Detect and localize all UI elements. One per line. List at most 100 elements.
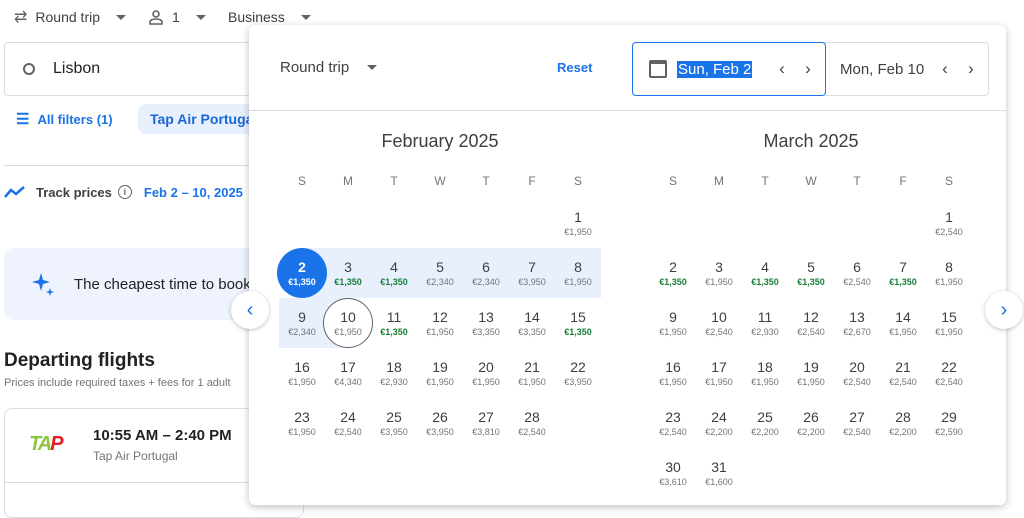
day-price: €3,810 [472,426,500,437]
previous-day-icon[interactable]: ‹ [769,59,795,79]
day-cell[interactable]: 6 €2,540 [834,248,880,298]
day-cell[interactable]: 1 €1,950 [555,198,601,248]
day-price: €1,950 [705,276,733,287]
day-cell[interactable]: 6 €2,340 [463,248,509,298]
weekday-header: S M T W T F S [279,174,601,188]
popup-trip-type-label: Round trip [280,59,350,76]
day-cell[interactable]: 24 €2,200 [696,398,742,448]
day-cell[interactable]: 7 €1,350 [880,248,926,298]
day-cell[interactable]: 11 €1,350 [371,298,417,348]
day-cell[interactable]: 29 €2,590 [926,398,972,448]
day-cell[interactable]: 26 €2,200 [788,398,834,448]
weekday-label: S [944,174,953,188]
day-cell[interactable]: 21 €2,540 [880,348,926,398]
popup-trip-type-select[interactable]: Round trip [280,59,378,76]
day-cell[interactable]: 25 €2,200 [742,398,788,448]
empty-day-cell [463,198,509,248]
day-cell[interactable]: 12 €1,950 [417,298,463,348]
day-cell[interactable]: 7 €3,950 [509,248,555,298]
day-cell[interactable]: 10 €1,950 [323,298,373,348]
day-cell[interactable]: 13 €3,350 [463,298,509,348]
day-cell[interactable]: 30 €3,610 [650,448,696,498]
day-cell[interactable]: 18 €1,950 [742,348,788,398]
day-cell[interactable]: 8 €1,950 [555,248,601,298]
next-day-icon[interactable]: › [958,59,984,79]
day-cell[interactable]: 1 €2,540 [926,198,972,248]
day-cell[interactable]: 3 €1,350 [325,248,371,298]
day-number: 28 [895,408,911,425]
reset-button[interactable]: Reset [557,60,592,75]
day-cell[interactable]: 28 €2,540 [509,398,555,448]
day-cell[interactable]: 2 €1,350 [650,248,696,298]
all-filters-button[interactable]: ☰ All filters (1) [16,104,113,134]
day-number: 6 [853,258,861,275]
day-cell[interactable]: 17 €4,340 [325,348,371,398]
next-month-button[interactable]: › [985,291,1023,329]
day-cell[interactable]: 10 €2,540 [696,298,742,348]
day-number: 9 [298,308,306,325]
previous-month-button[interactable]: ‹ [231,291,269,329]
day-cell[interactable]: 9 €1,950 [650,298,696,348]
day-cell[interactable]: 19 €1,950 [788,348,834,398]
day-cell[interactable]: 11 €2,930 [742,298,788,348]
weekday-label: T [390,174,398,188]
day-cell[interactable]: 28 €2,200 [880,398,926,448]
day-number: 25 [386,408,402,425]
day-cell[interactable]: 27 €3,810 [463,398,509,448]
day-cell[interactable]: 18 €2,930 [371,348,417,398]
day-cell[interactable]: 22 €3,950 [555,348,601,398]
day-cell[interactable]: 25 €3,950 [371,398,417,448]
empty-day-cell [279,198,325,248]
departure-date-value: Sun, Feb 2 [677,60,753,78]
day-cell[interactable]: 9 €2,340 [279,298,325,348]
passengers-select[interactable]: 1 [148,6,206,28]
day-cell[interactable]: 16 €1,950 [650,348,696,398]
return-date-input[interactable]: Mon, Feb 10 ‹ › [824,42,989,96]
previous-day-icon[interactable]: ‹ [932,59,958,79]
day-cell[interactable]: 12 €2,540 [788,298,834,348]
day-number: 5 [807,258,815,275]
day-cell[interactable]: 13 €2,670 [834,298,880,348]
day-cell[interactable]: 24 €2,540 [325,398,371,448]
day-cell[interactable]: 3 €1,950 [696,248,742,298]
day-number: 2 [298,258,306,275]
departure-date-input[interactable]: Sun, Feb 2 ‹ › [632,42,826,96]
day-price: €2,540 [935,226,963,237]
day-price: €1,950 [659,376,687,387]
day-cell[interactable]: 8 €1,950 [926,248,972,298]
day-cell[interactable]: 20 €1,950 [463,348,509,398]
day-cell[interactable]: 5 €1,350 [788,248,834,298]
day-cell[interactable]: 20 €2,540 [834,348,880,398]
day-price: €1,950 [288,426,316,437]
day-price: €1,950 [334,326,362,337]
next-day-icon[interactable]: › [795,59,821,79]
day-price: €2,540 [334,426,362,437]
empty-day-cell [417,198,463,248]
day-number: 17 [340,358,356,375]
day-number: 21 [524,358,540,375]
day-price: €2,200 [797,426,825,437]
day-cell[interactable]: 27 €2,540 [834,398,880,448]
day-cell[interactable]: 21 €1,950 [509,348,555,398]
info-icon[interactable]: i [117,185,132,199]
day-cell[interactable]: 15 €1,950 [926,298,972,348]
day-cell[interactable]: 23 €1,950 [279,398,325,448]
day-cell[interactable]: 14 €1,950 [880,298,926,348]
day-cell[interactable]: 2 €1,350 [277,248,327,298]
day-cell[interactable]: 22 €2,540 [926,348,972,398]
day-cell[interactable]: 26 €3,950 [417,398,463,448]
day-cell[interactable]: 14 €3,350 [509,298,555,348]
day-cell[interactable]: 23 €2,540 [650,398,696,448]
empty-day-cell [880,198,926,248]
day-cell[interactable]: 16 €1,950 [279,348,325,398]
day-number: 19 [432,358,448,375]
day-cell[interactable]: 19 €1,950 [417,348,463,398]
day-cell[interactable]: 17 €1,950 [696,348,742,398]
day-cell[interactable]: 15 €1,350 [555,298,601,348]
day-cell[interactable]: 4 €1,350 [742,248,788,298]
trip-type-select[interactable]: ⇄ Round trip [14,6,126,28]
day-cell[interactable]: 4 €1,350 [371,248,417,298]
day-price: €2,540 [705,326,733,337]
day-cell[interactable]: 5 €2,340 [417,248,463,298]
day-cell[interactable]: 31 €1,600 [696,448,742,498]
